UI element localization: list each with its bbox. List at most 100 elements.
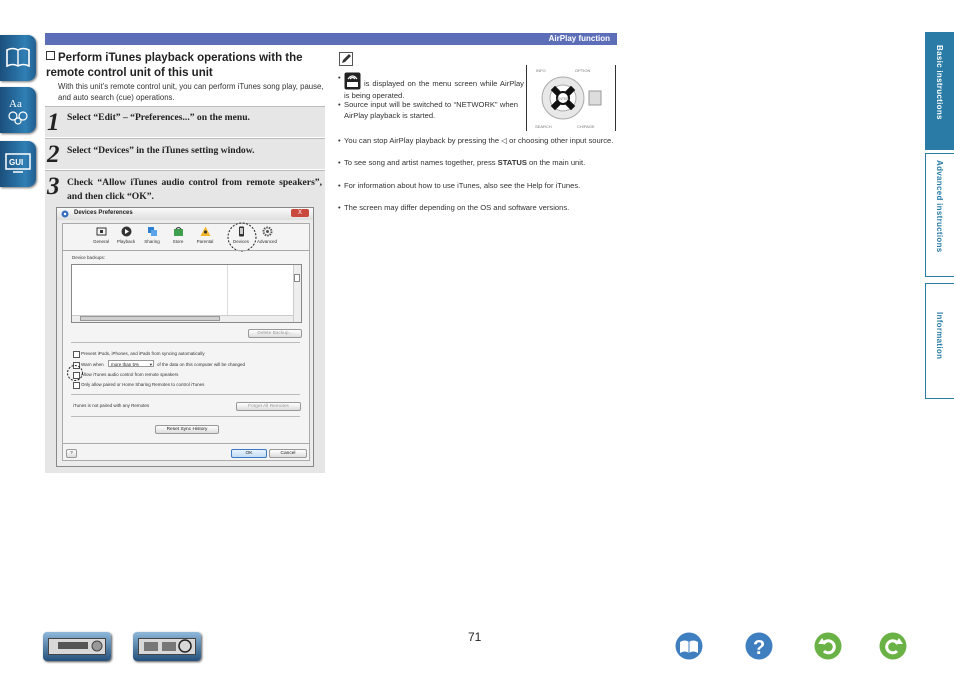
tab-label: Playback <box>116 239 136 244</box>
warn-label-suffix: of the data on this computer will be cha… <box>157 362 246 367</box>
step-number: 1 <box>47 109 60 136</box>
tab-basic-instructions[interactable]: Basic instructions <box>925 32 954 150</box>
note-item: For information about how to use iTunes,… <box>338 180 616 191</box>
backup-list[interactable] <box>71 264 302 323</box>
cancel-button[interactable]: Cancel <box>269 449 307 458</box>
step-number: 2 <box>47 141 60 168</box>
remote-label: SEARCH <box>535 124 552 129</box>
section-header-bar: AirPlay function <box>45 33 617 45</box>
back-arrow-icon[interactable] <box>814 632 842 660</box>
footer-divider <box>63 443 309 444</box>
scroll-thumb[interactable] <box>294 274 300 282</box>
checkbox-bullet-icon <box>46 51 55 60</box>
note-text: is displayed on the menu screen while Ai… <box>344 79 524 100</box>
note-item: is displayed on the menu screen while Ai… <box>338 72 524 101</box>
gear-icon <box>262 226 272 237</box>
help-question-icon[interactable]: ? <box>745 632 773 660</box>
note-item: You can stop AirPlay playback by pressin… <box>338 135 616 146</box>
reset-sync-history-button[interactable]: Reset Sync History <box>155 425 219 434</box>
note-text: You can stop AirPlay playback by pressin… <box>344 136 614 145</box>
dropdown-arrow-icon: ▾ <box>149 362 152 367</box>
note-text: on the main unit. <box>529 158 586 167</box>
tab-store[interactable]: Store <box>166 226 190 244</box>
heading-text: Perform iTunes playback operations with … <box>46 52 303 79</box>
warn-label: Warn when <box>81 362 104 367</box>
paired-remotes-checkbox[interactable] <box>73 382 80 389</box>
hscroll-thumb[interactable] <box>80 316 220 321</box>
note-item: The screen may differ depending on the O… <box>338 202 616 213</box>
note-text: The screen may differ depending on the O… <box>344 203 570 212</box>
highlight-circle <box>67 365 83 381</box>
forward-arrow-icon[interactable] <box>879 632 907 660</box>
step-text: Select “Edit” – “Preferences...” on the … <box>67 112 250 123</box>
dialog-body: General Playback Sharing Store Parental … <box>62 222 310 461</box>
tab-parental[interactable]: Parental <box>193 226 217 244</box>
dialog-titlebar: Devices Preferences X <box>57 208 313 220</box>
itunes-preferences-dialog: Devices Preferences X General Playback S… <box>56 207 314 467</box>
remote-control-illustration: INFO OPTION ENTER SEARCH CH/PAGE <box>526 65 616 131</box>
note-text: For information about how to use iTunes,… <box>344 181 581 190</box>
store-icon <box>173 227 183 236</box>
receiver-rear-icon <box>138 638 196 655</box>
procedure-heading: Perform iTunes playback operations with … <box>46 51 336 81</box>
allow-remote-audio-label: Allow iTunes audio control from remote s… <box>81 372 179 377</box>
tab-advanced-instructions[interactable]: Advanced instructions <box>925 153 954 277</box>
note-item: To see song and artist names together, p… <box>338 157 616 168</box>
divider <box>71 394 300 395</box>
note-item: Source input will be switched to “NETWOR… <box>338 99 518 121</box>
contents-book-icon[interactable] <box>675 632 703 660</box>
remote-cursor-pad-icon: INFO OPTION ENTER SEARCH CH/PAGE <box>535 68 602 129</box>
book-icon <box>6 47 30 68</box>
remotes-status: iTunes is not paired with any Remotes <box>73 403 150 408</box>
vertical-scrollbar[interactable] <box>293 265 301 322</box>
parental-icon <box>200 226 210 236</box>
note-text: Source input will be switched to “NETWOR… <box>344 100 518 120</box>
tab-label: Information <box>935 312 944 360</box>
status-button-name: STATUS <box>497 158 527 167</box>
gui-tab[interactable]: GUI <box>0 141 36 187</box>
tab-label: Store <box>172 239 184 244</box>
step-1: 1 Select “Edit” – “Preferences...” on th… <box>45 106 325 137</box>
forget-remotes-button[interactable]: Forget All Remotes <box>236 402 301 411</box>
tab-advanced[interactable]: Advanced <box>255 226 279 244</box>
step-2: 2 Select “Devices” in the iTunes setting… <box>45 138 325 169</box>
tab-playback[interactable]: Playback <box>114 226 138 244</box>
svg-text:Aa: Aa <box>9 98 22 110</box>
gui-icon: GUI <box>5 153 31 173</box>
tab-sharing[interactable]: Sharing <box>140 226 164 244</box>
tab-label: Advanced instructions <box>935 160 944 253</box>
tab-information[interactable]: Information <box>925 283 954 399</box>
general-icon <box>96 227 106 236</box>
warn-threshold-select[interactable]: more than 5% ▾ <box>108 360 154 367</box>
sharing-icon <box>147 227 157 236</box>
svg-text:GUI: GUI <box>9 158 23 167</box>
horizontal-scrollbar[interactable] <box>72 315 293 322</box>
airplay-menu-icon <box>344 72 361 90</box>
prevent-sync-label: Prevent iPods, iPhones, and iPads from s… <box>81 351 205 356</box>
rear-panel-button[interactable] <box>133 632 201 661</box>
help-button[interactable]: ? <box>66 449 77 458</box>
delete-backup-button[interactable]: Delete Backup... <box>248 329 302 338</box>
aa-icon: Aa <box>8 98 28 125</box>
ok-button[interactable]: OK <box>231 449 267 458</box>
divider <box>71 416 300 417</box>
backups-label: Device backups: <box>72 255 106 260</box>
step-text: Check “Allow iTunes audio control from r… <box>67 177 322 202</box>
tab-general[interactable]: General <box>89 226 113 244</box>
dialog-title: Devices Preferences <box>74 210 133 216</box>
close-button[interactable]: X <box>291 209 309 217</box>
note-pencil-icon <box>339 52 353 66</box>
remote-label: OPTION <box>575 68 590 73</box>
front-panel-button[interactable] <box>43 632 111 661</box>
play-icon <box>121 226 131 237</box>
toolbar-divider <box>63 250 309 251</box>
prevent-sync-checkbox[interactable] <box>73 351 80 358</box>
svg-text:?: ? <box>753 637 765 659</box>
contents-tab[interactable] <box>0 35 36 81</box>
page-number: 71 <box>468 630 482 644</box>
paired-remotes-label: Only allow paired or Home Sharing Remote… <box>81 382 205 387</box>
column-divider <box>227 265 228 317</box>
index-tab[interactable]: Aa <box>0 87 36 133</box>
note-text: To see song and artist names together, p… <box>344 158 496 167</box>
tab-label: Basic instructions <box>935 45 944 120</box>
